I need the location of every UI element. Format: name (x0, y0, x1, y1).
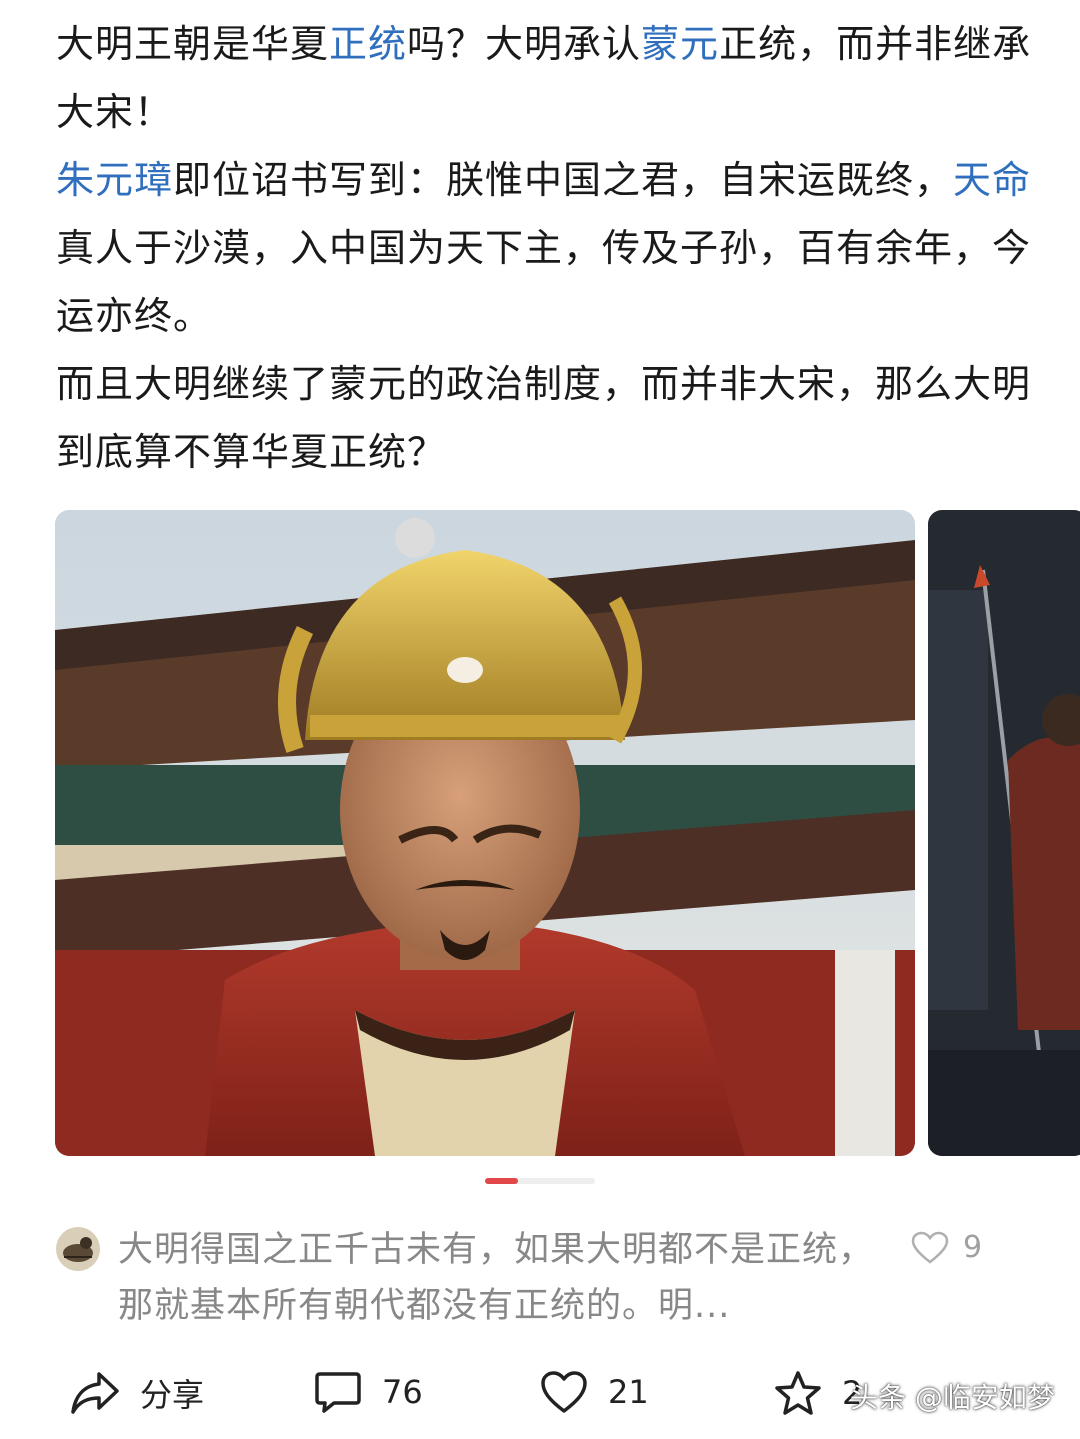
emperor-photo (55, 510, 915, 1156)
text-span: 即位诏书写到：朕惟中国之君，自宋运既终， (173, 158, 954, 202)
text-span: 吗？大明承认 (407, 22, 642, 66)
share-button[interactable]: 分享 (70, 1370, 204, 1416)
star-icon (775, 1371, 821, 1415)
topic-link-zhuyuanzhang[interactable]: 朱元璋 (56, 158, 173, 202)
comment-like-button[interactable]: 9 (911, 1230, 982, 1265)
commenter-avatar-image (56, 1227, 100, 1271)
like-button[interactable]: 21 (540, 1370, 649, 1414)
comment-count: 76 (382, 1373, 423, 1411)
comment-icon (315, 1372, 361, 1413)
guard-photo (928, 510, 1080, 1156)
comment-button[interactable]: 76 (314, 1370, 423, 1414)
text-span: 大明王朝是华夏 (56, 22, 330, 66)
carousel-image-2[interactable] (928, 510, 1080, 1156)
topic-link-zhengtong[interactable]: 正统 (329, 22, 407, 66)
image-carousel[interactable] (55, 510, 1080, 1156)
carousel-image-1[interactable] (55, 510, 915, 1156)
comment-like-count: 9 (963, 1230, 983, 1265)
topic-link-mengyuan[interactable]: 蒙元 (641, 22, 719, 66)
paragraph-1: 大明王朝是华夏正统吗？大明承认蒙元正统，而并非继承大宋！ (56, 10, 1036, 146)
avatar[interactable] (56, 1227, 100, 1271)
comment-text: 大明得国之正千古未有，如果大明都不是正统，那就基本所有朝代都没有正统的。明... (118, 1230, 875, 1326)
share-label: 分享 (140, 1376, 205, 1414)
share-icon (71, 1372, 119, 1414)
like-count: 21 (608, 1373, 649, 1411)
carousel-indicator-active (485, 1178, 518, 1184)
article-body: 大明王朝是华夏正统吗？大明承认蒙元正统，而并非继承大宋！ 朱元璋即位诏书写到：朕… (56, 10, 1036, 486)
paragraph-2: 朱元璋即位诏书写到：朕惟中国之君，自宋运既终，天命真人于沙漠，入中国为天下主，传… (56, 146, 1036, 350)
top-comment[interactable]: 大明得国之正千古未有，如果大明都不是正统，那就基本所有朝代都没有正统的。明...… (56, 1222, 1056, 1342)
topic-link-tianming[interactable]: 天命 (953, 158, 1031, 202)
heart-icon (911, 1231, 949, 1264)
paragraph-3: 而且大明继续了蒙元的政治制度，而并非大宋，那么大明到底算不算华夏正统？ (56, 362, 1032, 474)
heart-icon (541, 1371, 587, 1413)
watermark: 头条 @临安如梦 (850, 1381, 1055, 1414)
text-span: 真人于沙漠，入中国为天下主，传及子孙，百有余年，今运亦终。 (56, 226, 1032, 338)
carousel-indicator (485, 1178, 595, 1184)
